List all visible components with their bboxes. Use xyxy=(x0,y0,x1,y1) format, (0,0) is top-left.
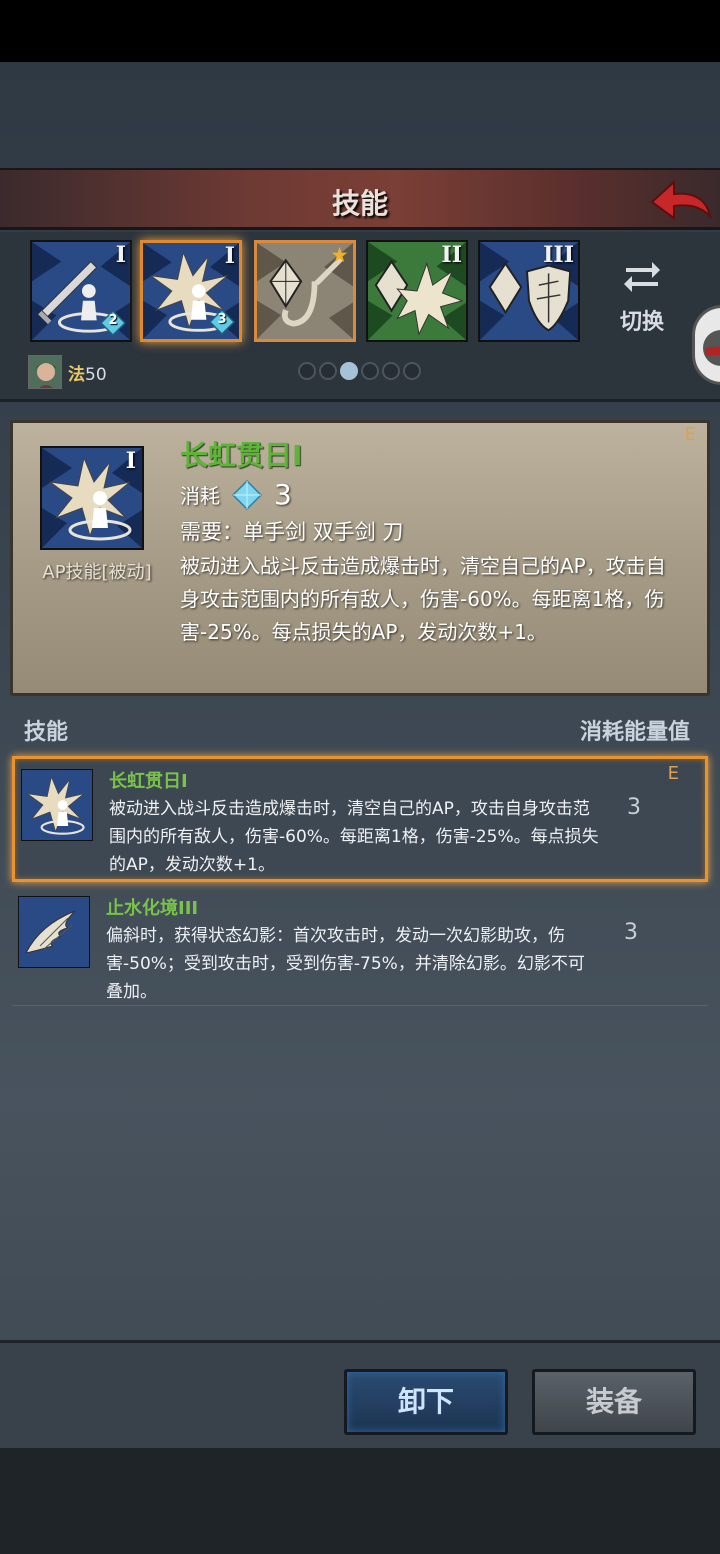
detail-rank: I xyxy=(125,448,136,474)
phantom-wing-icon xyxy=(19,897,89,967)
skill-slot-3[interactable] xyxy=(254,240,356,342)
status-bar xyxy=(0,0,720,62)
skill-detail-card: I AP技能[被动] 长虹贯日I E 消耗 3 需要：单手剑 双手剑 刀 被动进… xyxy=(10,420,710,696)
bottom-area xyxy=(0,1448,720,1554)
skill-list-item[interactable]: 止水化境III 偏斜时，获得状态幻影：首次攻击时，发动一次幻影助攻，伤害-50%… xyxy=(12,886,708,1006)
slot-rank: I xyxy=(115,242,126,268)
page-dot[interactable] xyxy=(319,362,337,380)
slot-rank: I xyxy=(224,243,235,269)
skill-slot-5[interactable]: III xyxy=(478,240,580,342)
slot-rank: II xyxy=(441,242,462,268)
list-skill-icon xyxy=(21,769,93,841)
detail-skill-name: 长虹贯日I xyxy=(180,439,303,472)
footer-bar: 卸下 装备 xyxy=(0,1340,720,1448)
back-arrow-icon xyxy=(650,179,712,220)
weapon-requirement: 需要：单手剑 双手剑 刀 xyxy=(180,520,404,544)
list-skill-cost: 3 xyxy=(627,795,641,820)
skill-description: 被动进入战斗反击造成爆击时，清空自己的AP，攻击自身攻击范围内的所有敌人，伤害-… xyxy=(180,554,666,644)
page-dot[interactable] xyxy=(382,362,400,380)
swap-arrows-icon xyxy=(624,262,660,292)
equipped-skill-strip: I 2 I 3 II III 切换 法50 xyxy=(0,232,720,402)
character-face-icon xyxy=(703,330,720,366)
equip-button[interactable]: 装备 xyxy=(532,1369,696,1435)
skill-type-label: AP技能[被动] xyxy=(42,562,152,583)
list-skill-name: 止水化境III xyxy=(106,898,199,919)
list-skill-cost: 3 xyxy=(624,920,638,945)
cost-value: 3 xyxy=(274,478,292,511)
unequip-button[interactable]: 卸下 xyxy=(344,1369,508,1435)
character-row: 法50 xyxy=(28,354,107,390)
burst-aura-icon xyxy=(22,770,92,840)
list-header-cost: 消耗能量值 xyxy=(579,720,690,745)
crystal-hook-icon xyxy=(257,243,353,339)
page-dot[interactable] xyxy=(361,362,379,380)
skill-list-header: 技能 消耗能量值 xyxy=(0,706,720,752)
list-skill-icon xyxy=(18,896,90,968)
page-dot[interactable] xyxy=(403,362,421,380)
list-skill-name: 长虹贯日I xyxy=(109,771,188,792)
avatar[interactable] xyxy=(28,355,62,389)
gem-badge: 2 xyxy=(100,310,126,336)
list-skill-description: 被动进入战斗反击造成爆击时，清空自己的AP，攻击自身攻击范围内的所有敌人，伤害-… xyxy=(109,799,599,875)
skill-slot-1[interactable]: I 2 xyxy=(30,240,132,342)
skill-slot-2[interactable]: I 3 xyxy=(140,240,242,342)
list-header-skill: 技能 xyxy=(24,720,69,745)
grade-badge: E xyxy=(667,763,679,784)
grade-badge: E xyxy=(684,424,696,445)
slot-rank: III xyxy=(543,242,574,268)
skill-slot-4[interactable]: II xyxy=(366,240,468,342)
switch-button[interactable]: 切换 xyxy=(610,256,674,336)
page-indicator xyxy=(298,362,421,380)
skill-list-item-selected[interactable]: 长虹贯日I E 被动进入战斗反击造成爆击时，清空自己的AP，攻击自身攻击范围内的… xyxy=(12,756,708,882)
back-button[interactable] xyxy=(648,176,712,224)
cost-label: 消耗 xyxy=(180,484,220,508)
character-level: 法50 xyxy=(68,364,107,385)
detail-skill-icon: I xyxy=(40,446,144,550)
page-dot-active[interactable] xyxy=(340,362,358,380)
page-title: 技能 xyxy=(331,187,388,220)
diamond-icon xyxy=(232,479,262,510)
gem-badge: 3 xyxy=(209,309,235,335)
list-skill-description: 偏斜时，获得状态幻影：首次攻击时，发动一次幻影助攻，伤害-50%；受到攻击时，受… xyxy=(106,926,585,1002)
cost-row: 消耗 3 xyxy=(180,478,292,511)
page-dot[interactable] xyxy=(298,362,316,380)
title-bar: 技能 xyxy=(0,168,720,230)
character-portrait-icon xyxy=(29,356,61,388)
switch-label: 切换 xyxy=(619,310,664,335)
